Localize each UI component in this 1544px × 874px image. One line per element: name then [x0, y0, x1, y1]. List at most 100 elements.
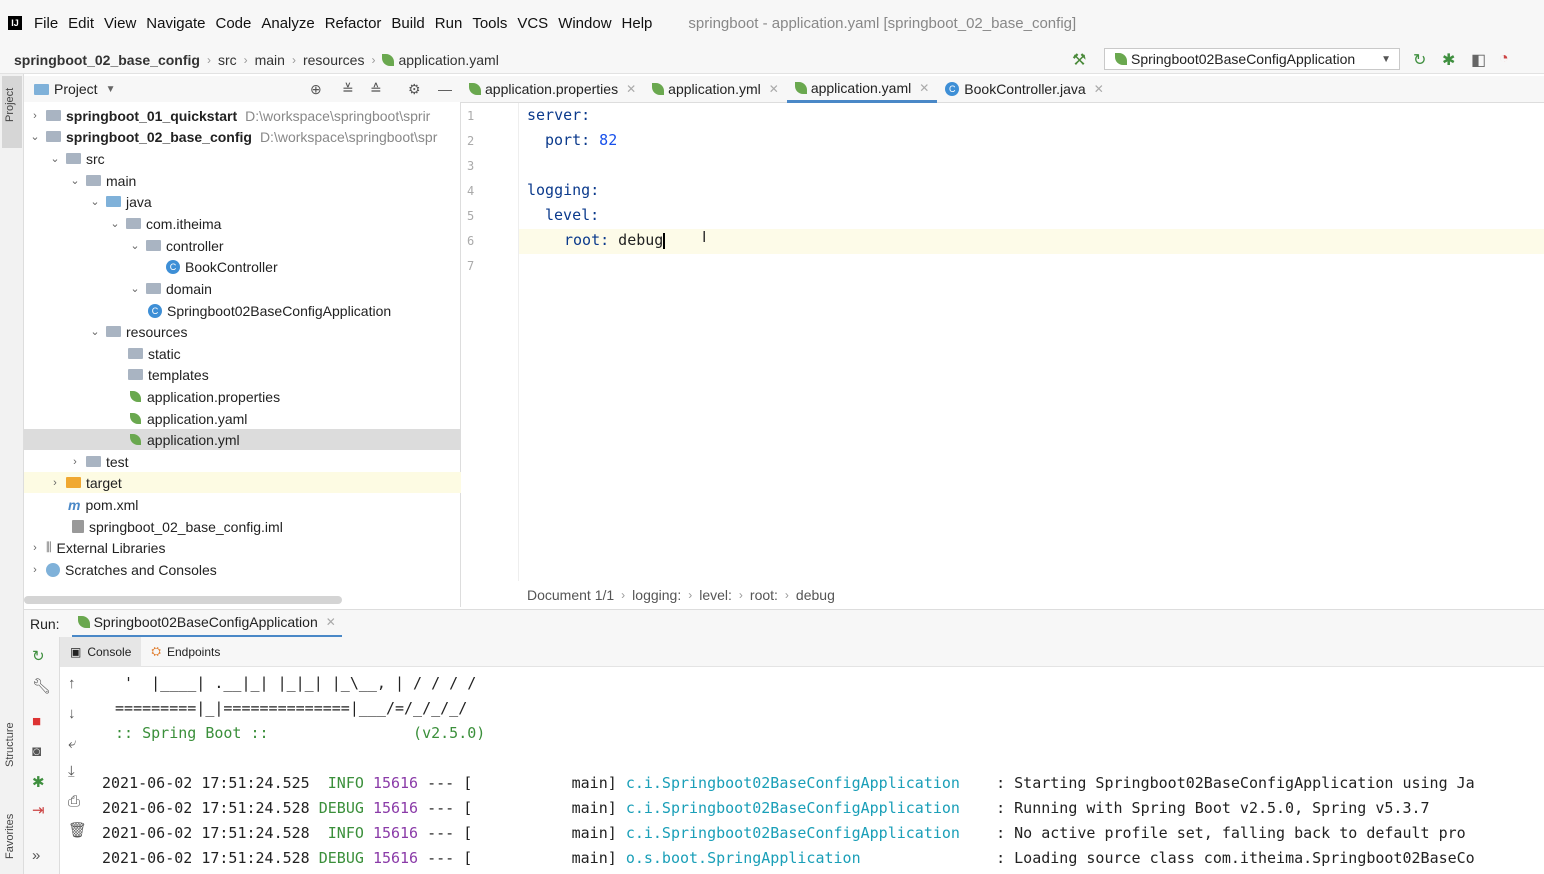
chevron-down-icon[interactable]: ⌄	[88, 325, 102, 338]
chevron-right-icon[interactable]: ›	[68, 456, 82, 468]
close-icon[interactable]: ✕	[919, 81, 929, 95]
exit-icon[interactable]: ⇥	[32, 801, 45, 819]
breadcrumb-main[interactable]: main	[255, 52, 285, 68]
hide-icon[interactable]: —	[438, 81, 452, 97]
tree-item[interactable]: › test	[68, 451, 128, 472]
chevron-down-icon[interactable]: ▼	[106, 84, 116, 95]
project-panel-title[interactable]: Project	[54, 81, 98, 97]
tree-item[interactable]: ⌄ java	[88, 191, 151, 212]
tree-item[interactable]: ⌄ springboot_02_base_config D:\workspace\s…	[28, 126, 437, 147]
debug-icon[interactable]: ✱	[32, 773, 45, 791]
menu-file[interactable]: File	[34, 15, 58, 32]
menu-view[interactable]: View	[104, 15, 136, 32]
tree-item[interactable]: › target	[24, 472, 461, 493]
tab-application-yaml[interactable]: application.yaml ✕	[786, 76, 938, 103]
collapse-all-icon[interactable]: ≙	[370, 81, 382, 98]
tree-item[interactable]: ⌄ com.itheima	[108, 213, 221, 234]
breadcrumb-document[interactable]: Document 1/1	[527, 587, 614, 603]
run-configuration-dropdown[interactable]: Springboot02BaseConfigApplication ▼	[1104, 48, 1400, 70]
tree-item[interactable]: ⌄ domain	[128, 278, 212, 299]
chevron-down-icon[interactable]: ⌄	[88, 195, 102, 208]
gear-icon[interactable]: ⚙	[408, 81, 421, 98]
menu-run[interactable]: Run	[435, 15, 463, 32]
menu-help[interactable]: Help	[622, 15, 653, 32]
tree-item[interactable]: ⌄ main	[68, 170, 136, 191]
breadcrumb-debug[interactable]: debug	[796, 587, 835, 603]
scroll-to-end-icon[interactable]: ⤓	[68, 763, 75, 780]
tab-endpoints[interactable]: ⛭ Endpoints	[141, 637, 230, 667]
wrench-icon[interactable]: 🔧︎	[32, 677, 51, 695]
chevron-right-icon[interactable]: ›	[28, 564, 42, 576]
arrow-up-icon[interactable]: ↑	[68, 675, 76, 692]
tree-item[interactable]: › Scratches and Consoles	[28, 559, 217, 580]
tree-item[interactable]: C BookController	[166, 256, 278, 277]
stop-icon[interactable]: ■	[32, 713, 41, 730]
menu-vcs[interactable]: VCS	[517, 15, 548, 32]
trash-icon[interactable]: 🗑︎	[68, 821, 87, 839]
camera-icon[interactable]: ◙	[32, 743, 41, 760]
chevron-right-icon[interactable]: ›	[48, 477, 62, 489]
console-output[interactable]: ' |____| .__|_| |_|_| |_\__, | / / / / =…	[88, 667, 1544, 874]
menu-refactor[interactable]: Refactor	[325, 15, 382, 32]
run-tab[interactable]: Springboot02BaseConfigApplication ✕	[71, 610, 342, 638]
soft-wrap-icon[interactable]: ⤶	[68, 735, 76, 752]
menu-code[interactable]: Code	[215, 15, 251, 32]
code-editor[interactable]	[519, 103, 1544, 581]
tree-item-selected[interactable]: application.yml	[24, 429, 461, 450]
menu-edit[interactable]: Edit	[68, 15, 94, 32]
rerun-icon[interactable]: ↻	[32, 647, 45, 665]
breadcrumb-file[interactable]: application.yaml	[398, 52, 498, 68]
print-icon[interactable]: ⎙	[68, 793, 80, 810]
tree-item[interactable]: ⌄ resources	[88, 321, 187, 342]
tab-bookcontroller-java[interactable]: C BookController.java ✕	[937, 76, 1111, 103]
code-line[interactable]: root: debug	[564, 231, 666, 249]
coverage-icon[interactable]: ◧	[1471, 50, 1486, 70]
tab-console[interactable]: ▣ Console	[60, 636, 142, 667]
tree-item[interactable]: ⌄ src	[48, 148, 104, 169]
breadcrumb-src[interactable]: src	[218, 52, 237, 68]
breadcrumb-level[interactable]: level:	[699, 587, 732, 603]
project-side-label[interactable]: Project	[4, 88, 16, 122]
horizontal-scrollbar[interactable]	[24, 596, 342, 604]
more-icon[interactable]: »	[32, 847, 40, 864]
menu-analyze[interactable]: Analyze	[261, 15, 314, 32]
menu-navigate[interactable]: Navigate	[146, 15, 205, 32]
chevron-down-icon[interactable]: ⌄	[68, 174, 82, 187]
code-line[interactable]: server:	[527, 106, 590, 124]
locate-icon[interactable]: ⊕	[310, 81, 322, 98]
code-line[interactable]: port: 82	[545, 131, 617, 149]
arrow-down-icon[interactable]: ↓	[68, 705, 76, 722]
breadcrumb-resources[interactable]: resources	[303, 52, 364, 68]
chevron-right-icon[interactable]: ›	[28, 542, 42, 554]
tab-application-yml[interactable]: application.yml ✕	[644, 76, 787, 103]
tree-item[interactable]: templates	[128, 364, 209, 385]
chevron-down-icon[interactable]: ⌄	[48, 152, 62, 165]
chevron-down-icon[interactable]: ⌄	[28, 130, 42, 143]
breadcrumb-root[interactable]: root:	[750, 587, 778, 603]
rerun-icon[interactable]: ↻	[1413, 50, 1426, 70]
tree-item[interactable]: m pom.xml	[68, 494, 138, 515]
expand-all-icon[interactable]: ≚	[342, 81, 354, 98]
chevron-down-icon[interactable]: ⌄	[128, 282, 142, 295]
profiler-icon[interactable]: ◔	[1499, 50, 1509, 68]
chevron-down-icon[interactable]: ⌄	[128, 239, 142, 252]
code-line[interactable]: level:	[545, 206, 599, 224]
close-icon[interactable]: ✕	[326, 615, 336, 629]
tree-item[interactable]: application.yaml	[128, 408, 247, 429]
menu-window[interactable]: Window	[558, 15, 611, 32]
tree-item[interactable]: › springboot_01_quickstart D:\workspace\sp…	[28, 105, 430, 126]
breadcrumb-project[interactable]: springboot_02_base_config	[14, 52, 200, 68]
chevron-down-icon[interactable]: ⌄	[108, 217, 122, 230]
tree-item[interactable]: springboot_02_base_config.iml	[72, 516, 283, 537]
tree-item[interactable]: ⌄ controller	[128, 235, 223, 256]
tree-item[interactable]: C Springboot02BaseConfigApplication	[148, 300, 391, 321]
code-line[interactable]: logging:	[527, 181, 599, 199]
close-icon[interactable]: ✕	[626, 82, 636, 96]
tree-item[interactable]: static	[128, 343, 181, 364]
debug-bug-icon[interactable]: ✱	[1442, 50, 1455, 70]
close-icon[interactable]: ✕	[769, 82, 779, 96]
close-icon[interactable]: ✕	[1094, 82, 1104, 96]
structure-side-label[interactable]: Structure	[4, 722, 16, 767]
tree-item[interactable]: application.properties	[128, 386, 280, 407]
build-hammer-icon[interactable]: ⚒	[1072, 50, 1086, 70]
